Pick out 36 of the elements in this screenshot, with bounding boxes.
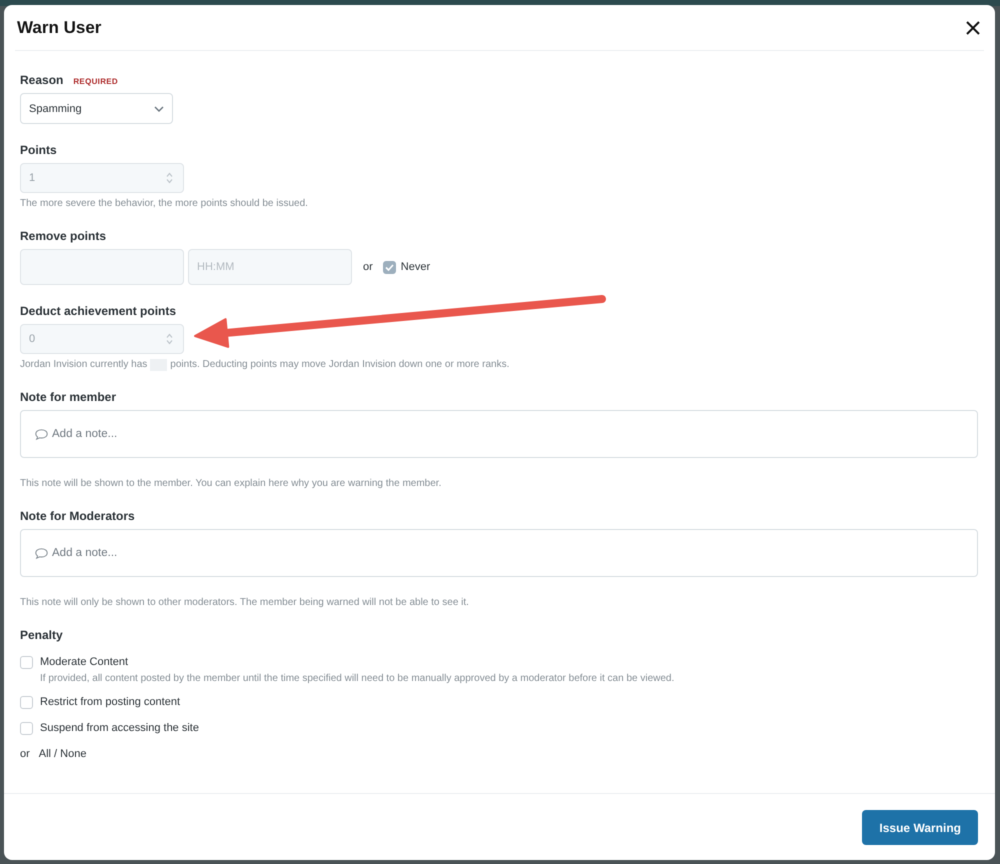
or-text: or [20,748,30,760]
checkbox[interactable] [20,696,33,708]
field-label: Note for Moderators [20,508,135,524]
spinner-icon [166,172,173,184]
field-label: Points [20,142,57,158]
field-hint: The more severe the behavior, the more points should be issued. [20,197,309,210]
field-hint: This note will be shown to the member. You can explain here why you are warning the member. [20,477,442,490]
required-tag: REQUIRED [73,77,118,86]
speech-bubble-icon [35,548,48,558]
spinner-icon [166,333,173,345]
field-label: Note for member [20,389,116,405]
or-text: or [363,261,373,273]
checkbox-label[interactable]: Moderate Content [40,656,128,668]
note-field[interactable]: Add a note... [20,410,978,458]
field-hint: points. Deducting points may move Jordan Invision down one or more ranks. [170,358,510,371]
note-field[interactable]: Add a note... [20,529,978,577]
field-hint: This note will only be shown to other moderators. The member being warned will not be able to see it. [20,596,470,609]
issue-warning-button[interactable]: Issue Warning [862,810,978,845]
checkbox-label[interactable]: Restrict from posting content [40,696,180,708]
option-description: If provided, all content posted by the member until the time specified will need to be manually approved by a moderator before it can be viewed. [40,672,676,685]
field-hint: Jordan Invision currently has [20,358,148,371]
dialog-title: Warn User [17,16,102,38]
checkbox[interactable] [20,722,33,734]
toggle-all-link[interactable]: All / None [38,748,86,760]
close-icon [966,20,980,34]
chevron-down-icon [154,106,164,112]
field-label: Remove points [20,228,106,244]
checkmark-icon [384,264,394,270]
reason-dropdown[interactable]: Spamming [20,93,173,124]
close-button[interactable] [966,20,980,34]
checkbox-label[interactable]: Suspend from accessing the site [40,722,199,734]
speech-bubble-icon [35,428,48,440]
checkbox[interactable] [20,656,33,668]
field-label: Deduct achievement points [20,303,176,319]
field-label: Penalty [20,627,63,643]
field-label: Reason [20,72,64,88]
